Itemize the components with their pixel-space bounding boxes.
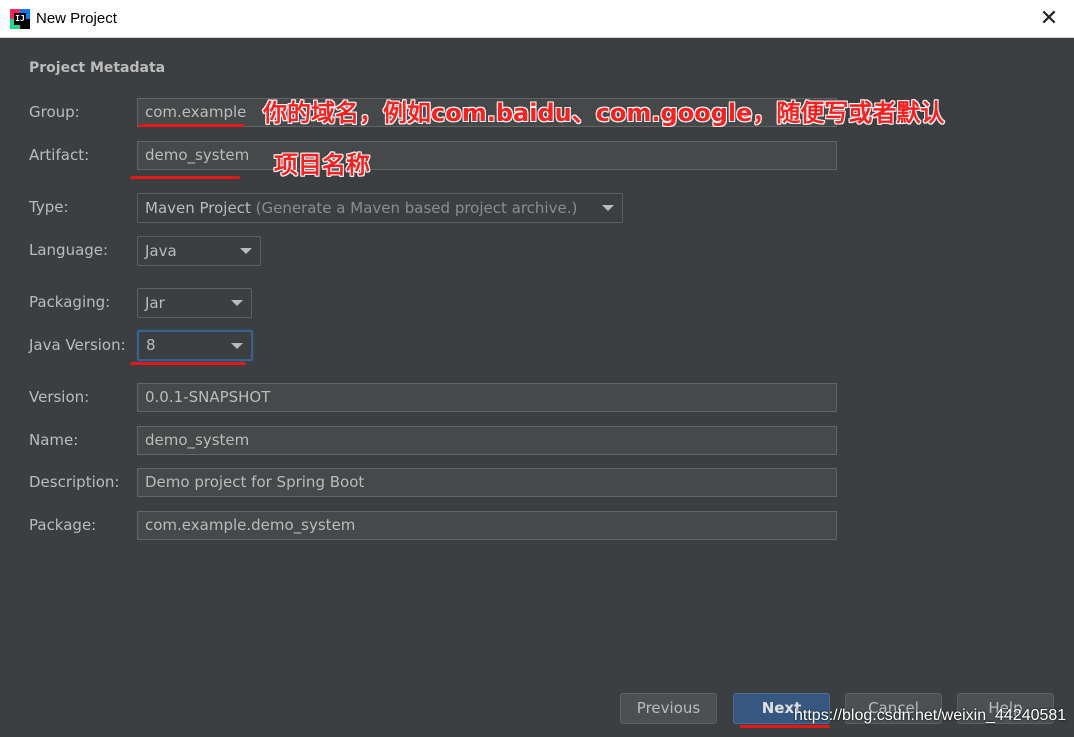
type-select[interactable]: Maven Project (Generate a Maven based pr… xyxy=(137,193,623,223)
version-input[interactable]: 0.0.1-SNAPSHOT xyxy=(137,383,837,412)
packaging-select[interactable]: Jar xyxy=(137,288,252,318)
language-select[interactable]: Java xyxy=(137,236,261,266)
group-label: Group: xyxy=(29,103,80,121)
language-label: Language: xyxy=(29,241,109,259)
close-icon[interactable]: ✕ xyxy=(1034,4,1064,34)
packaging-value: Jar xyxy=(145,294,165,312)
description-label: Description: xyxy=(29,473,120,491)
version-value: 0.0.1-SNAPSHOT xyxy=(145,388,271,406)
name-input[interactable]: demo_system xyxy=(137,426,837,455)
java-version-value: 8 xyxy=(146,336,156,354)
package-label: Package: xyxy=(29,516,97,534)
chevron-down-icon xyxy=(231,300,243,306)
artifact-annotation: 项目名称 xyxy=(274,151,370,179)
description-value: Demo project for Spring Boot xyxy=(145,473,365,491)
language-value: Java xyxy=(145,242,177,260)
artifact-value: demo_system xyxy=(145,146,250,164)
section-title: Project Metadata xyxy=(29,60,166,76)
chevron-down-icon xyxy=(240,248,252,254)
window-titlebar: IJ New Project ✕ xyxy=(0,0,1074,38)
type-label: Type: xyxy=(29,198,69,216)
name-label: Name: xyxy=(29,431,79,449)
java-version-underline xyxy=(130,362,246,365)
group-annotation: 你的域名，例如com.baidu、com.google，随便写或者默认 xyxy=(263,99,945,127)
chevron-down-icon xyxy=(602,205,614,211)
chevron-down-icon xyxy=(231,342,243,349)
java-version-select[interactable]: 8 xyxy=(137,330,253,361)
description-input[interactable]: Demo project for Spring Boot xyxy=(137,468,837,497)
artifact-label: Artifact: xyxy=(29,146,90,164)
java-version-label: Java Version: xyxy=(29,336,126,354)
artifact-underline xyxy=(130,176,240,179)
group-value: com.example xyxy=(145,103,247,121)
intellij-idea-icon: IJ xyxy=(10,9,30,29)
group-underline xyxy=(138,124,244,127)
watermark: https://blog.csdn.net/weixin_44240581 xyxy=(794,707,1067,724)
version-label: Version: xyxy=(29,388,90,406)
name-value: demo_system xyxy=(145,431,250,449)
packaging-label: Packaging: xyxy=(29,293,111,311)
artifact-input[interactable]: demo_system xyxy=(137,141,837,170)
type-value: Maven Project xyxy=(145,199,251,217)
package-input[interactable]: com.example.demo_system xyxy=(137,511,837,540)
type-hint: (Generate a Maven based project archive.… xyxy=(255,199,578,217)
previous-button[interactable]: Previous xyxy=(620,693,717,724)
next-underline xyxy=(740,725,830,728)
package-value: com.example.demo_system xyxy=(145,516,356,534)
window-title: New Project xyxy=(36,10,117,27)
